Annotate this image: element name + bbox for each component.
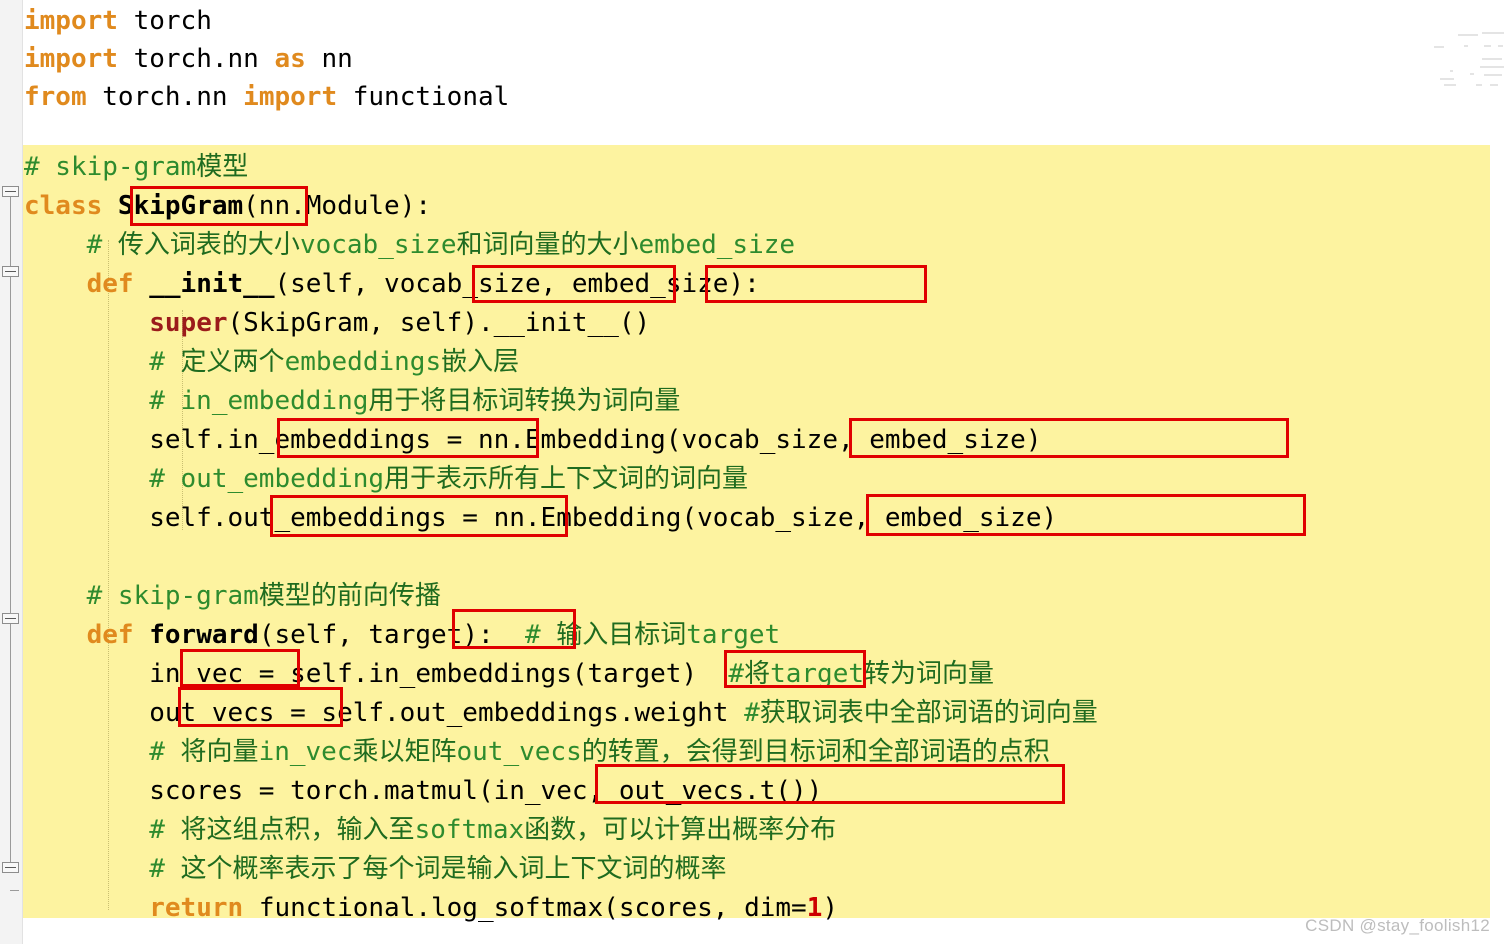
import-statements[interactable]: import torch import torch.nn as nn from … [24,0,1504,116]
fold-line [10,197,11,266]
code-line-init-def: def __init__(self, vocab_size, embed_siz… [86,269,760,299]
fold-toggle-icon[interactable] [2,266,19,277]
code-line: import torch [24,6,212,36]
skipgram-class-code[interactable]: # skip-gram模型 class SkipGram(nn.Module):… [24,148,1504,928]
code-line-comment: # 传入词表的大小vocab_size和词向量的大小embed_size [24,230,796,260]
code-line-comment: # in_embedding用于将目标词转换为词向量 [24,386,681,416]
code-line-forward-def: def forward(self, target): # 输入目标词target [86,620,781,650]
fold-end-marker [10,890,19,891]
code-line-comment: # 将这组点积，输入至softmax函数，可以计算出概率分布 [24,815,837,845]
code-line-class-def: class SkipGram(nn.Module): [24,191,431,221]
code-line-out-vecs: out_vecs = self.out_embeddings.weight #获… [24,698,1098,728]
fold-toggle-icon[interactable] [2,613,19,624]
fold-line [10,624,11,862]
editor-gutter[interactable] [0,0,23,944]
code-line-super: super(SkipGram, self).__init__() [149,308,651,338]
code-line-comment: # 定义两个embeddings嵌入层 [24,347,520,377]
code-line-scores: scores = torch.matmul(in_vec, out_vecs.t… [24,776,823,806]
code-line-return: return functional.log_softmax(scores, di… [149,893,838,923]
code-line-out-embeddings: self.out_embeddings = nn.Embedding(vocab… [24,503,1058,533]
code-line-comment: # out_embedding用于表示所有上下文词的词向量 [24,464,749,494]
fold-end-marker [10,613,19,614]
code-line-comment: # 将向量in_vec乘以矩阵out_vecs的转置，会得到目标词和全部词语的点… [24,737,1050,767]
code-line-in-vec: in_vec = self.in_embeddings(target) #将ta… [24,659,995,689]
code-line-comment: # skip-gram模型的前向传播 [24,581,441,611]
watermark: CSDN @stay_foolish12 [1305,916,1490,935]
fold-line [10,277,11,613]
code-line: import torch.nn as nn [24,44,353,74]
code-line-in-embeddings: self.in_embeddings = nn.Embedding(vocab_… [24,425,1042,455]
code-line-comment: # 这个概率表示了每个词是输入词上下文词的概率 [24,854,727,884]
code-line-comment: # skip-gram模型 [24,152,249,182]
fold-toggle-icon[interactable] [2,862,19,873]
code-line: from torch.nn import functional [24,82,510,112]
fold-toggle-icon[interactable] [2,186,19,197]
